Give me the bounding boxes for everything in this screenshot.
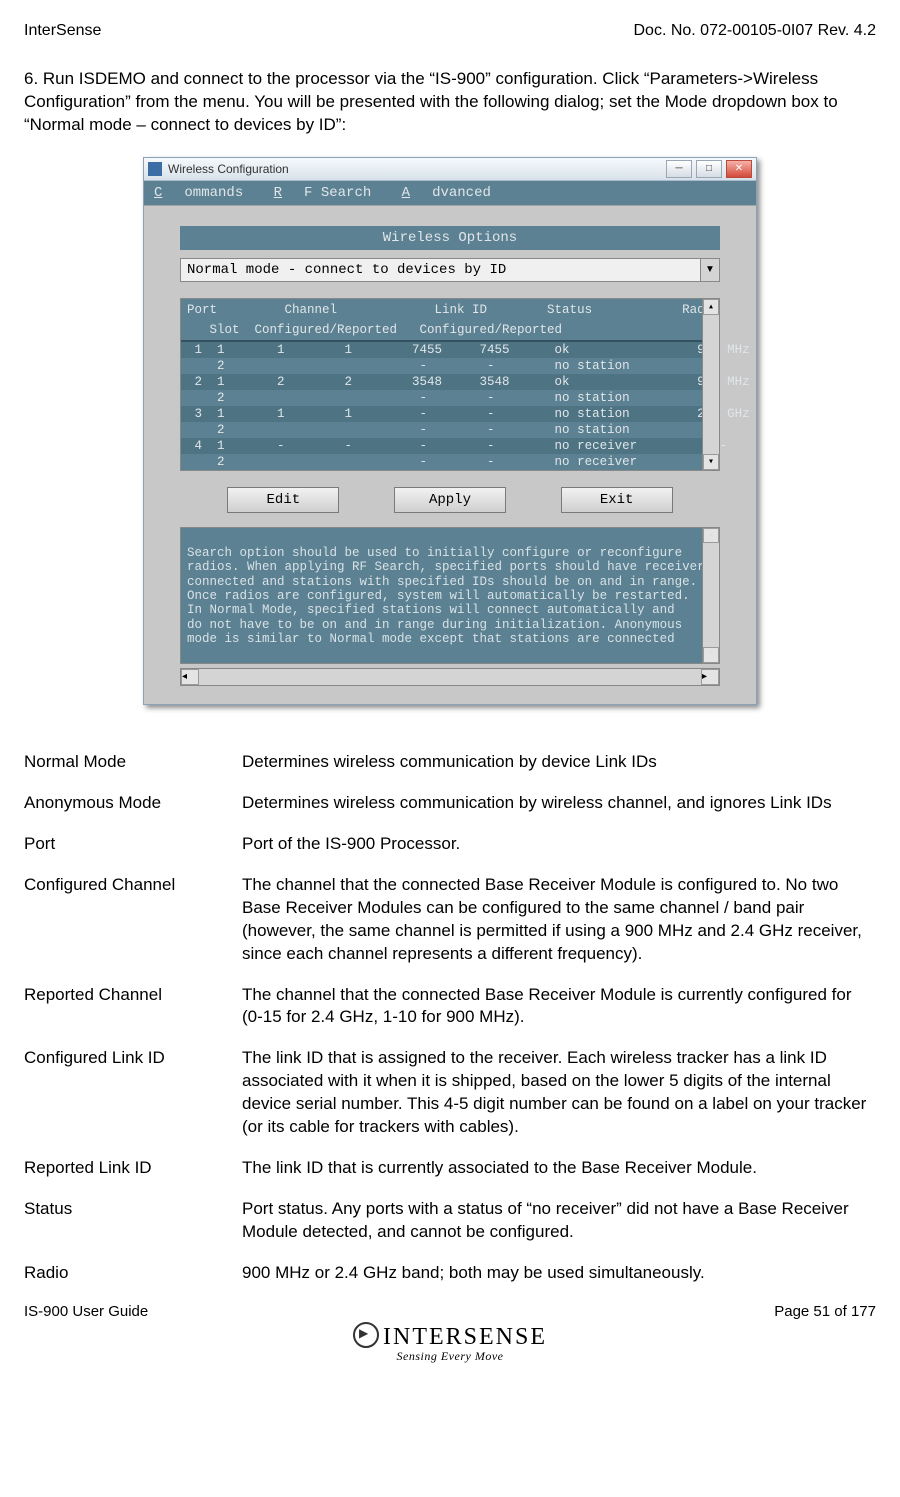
definition-term: Configured Link ID: [24, 1047, 242, 1139]
definition-desc: 900 MHz or 2.4 GHz band; both may be use…: [242, 1262, 876, 1285]
definition-term: Normal Mode: [24, 751, 242, 774]
exit-button[interactable]: Exit: [561, 487, 673, 513]
minimize-button[interactable]: ─: [666, 160, 692, 178]
table-row[interactable]: 2 1 2 2 3548 3548 ok 900 MHz: [181, 374, 719, 390]
definition-row: Normal Mode Determines wireless communic…: [24, 751, 876, 774]
definition-term: Port: [24, 833, 242, 856]
header-left: InterSense: [24, 22, 101, 40]
definition-term: Status: [24, 1198, 242, 1244]
definition-desc: Determines wireless communication by dev…: [242, 751, 876, 774]
scroll-down-icon[interactable]: ▾: [703, 454, 719, 470]
definition-desc: Determines wireless communication by wir…: [242, 792, 876, 815]
close-button[interactable]: ✕: [726, 160, 752, 178]
window-title: Wireless Configuration: [168, 162, 666, 176]
mode-value: Normal mode - connect to devices by ID: [181, 259, 700, 281]
info-text: Search option should be used to initiall…: [187, 546, 712, 646]
intersense-logo: INTERSENSE Sensing Every Move: [353, 1322, 547, 1364]
apply-button[interactable]: Apply: [394, 487, 506, 513]
logo-tagline: Sensing Every Move: [353, 1349, 547, 1364]
definition-row: Anonymous Mode Determines wireless commu…: [24, 792, 876, 815]
menubar: Commands RF Search Advanced: [144, 181, 756, 205]
definition-desc: The link ID that is currently associated…: [242, 1157, 876, 1180]
table-row[interactable]: 2 - - no station: [181, 390, 719, 406]
menu-advanced[interactable]: Advanced: [402, 185, 491, 201]
definition-term: Radio: [24, 1262, 242, 1285]
definition-row: Configured Link ID The link ID that is a…: [24, 1047, 876, 1139]
maximize-button[interactable]: □: [696, 160, 722, 178]
definition-row: Configured Channel The channel that the …: [24, 874, 876, 966]
info-box: Search option should be used to initiall…: [180, 527, 720, 664]
definition-desc: Port status. Any ports with a status of …: [242, 1198, 876, 1244]
definition-row: Reported Channel The channel that the co…: [24, 984, 876, 1030]
table-header-1: Port Channel Link ID Status Radio: [181, 299, 719, 319]
definition-row: Port Port of the IS-900 Processor.: [24, 833, 876, 856]
scroll-down-icon[interactable]: ▾: [703, 647, 719, 663]
definition-row: Reported Link ID The link ID that is cur…: [24, 1157, 876, 1180]
scroll-right-icon[interactable]: ▸: [701, 669, 719, 685]
window-icon: [148, 162, 162, 176]
definition-term: Reported Link ID: [24, 1157, 242, 1180]
definition-term: Configured Channel: [24, 874, 242, 966]
menu-commands[interactable]: Commands: [154, 185, 243, 201]
scroll-left-icon[interactable]: ◂: [181, 669, 199, 685]
scroll-up-icon[interactable]: ▴: [703, 528, 719, 544]
definition-desc: The channel that the connected Base Rece…: [242, 984, 876, 1030]
instruction-text: 6. Run ISDEMO and connect to the process…: [24, 68, 876, 137]
definition-desc: Port of the IS-900 Processor.: [242, 833, 876, 856]
table-row[interactable]: 2 - - no station: [181, 358, 719, 374]
logo-icon: [353, 1322, 379, 1348]
wireless-config-window: Wireless Configuration ─ □ ✕ Commands RF…: [143, 157, 757, 705]
table-row[interactable]: 1 1 1 1 7455 7455 ok 900 MHz: [181, 342, 719, 358]
definition-term: Anonymous Mode: [24, 792, 242, 815]
info-hscrollbar[interactable]: ◂ ▸: [180, 668, 720, 686]
definitions-list: Normal Mode Determines wireless communic…: [24, 751, 876, 1285]
logo-text: INTERSENSE: [383, 1324, 547, 1350]
footer-right: Page 51 of 177: [774, 1303, 876, 1320]
window-titlebar[interactable]: Wireless Configuration ─ □ ✕: [144, 158, 756, 181]
definition-desc: The channel that the connected Base Rece…: [242, 874, 876, 966]
table-row[interactable]: 4 1 - - - - no receiver -: [181, 438, 719, 454]
definition-desc: The link ID that is assigned to the rece…: [242, 1047, 876, 1139]
definition-row: Radio 900 MHz or 2.4 GHz band; both may …: [24, 1262, 876, 1285]
chevron-down-icon[interactable]: ▼: [700, 259, 719, 281]
mode-dropdown[interactable]: Normal mode - connect to devices by ID ▼: [180, 258, 720, 282]
edit-button[interactable]: Edit: [227, 487, 339, 513]
device-table: Port Channel Link ID Status Radio Slot C…: [180, 298, 720, 471]
section-title: Wireless Options: [180, 226, 720, 250]
definition-row: Status Port status. Any ports with a sta…: [24, 1198, 876, 1244]
table-row[interactable]: 3 1 1 1 - - no station 2.4 GHz: [181, 406, 719, 422]
menu-rf-search[interactable]: RF Search: [274, 185, 372, 201]
footer-left: IS-900 User Guide: [24, 1303, 148, 1320]
info-scrollbar[interactable]: ▴ ▾: [702, 528, 719, 663]
table-header-2: Slot Configured/Reported Configured/Repo…: [181, 319, 719, 339]
definition-term: Reported Channel: [24, 984, 242, 1030]
scroll-up-icon[interactable]: ▴: [703, 299, 719, 315]
table-row[interactable]: 2 - - no receiver: [181, 454, 719, 470]
table-scrollbar[interactable]: ▴ ▾: [702, 299, 719, 470]
header-right: Doc. No. 072-00105-0I07 Rev. 4.2: [633, 22, 876, 40]
table-row[interactable]: 2 - - no station: [181, 422, 719, 438]
